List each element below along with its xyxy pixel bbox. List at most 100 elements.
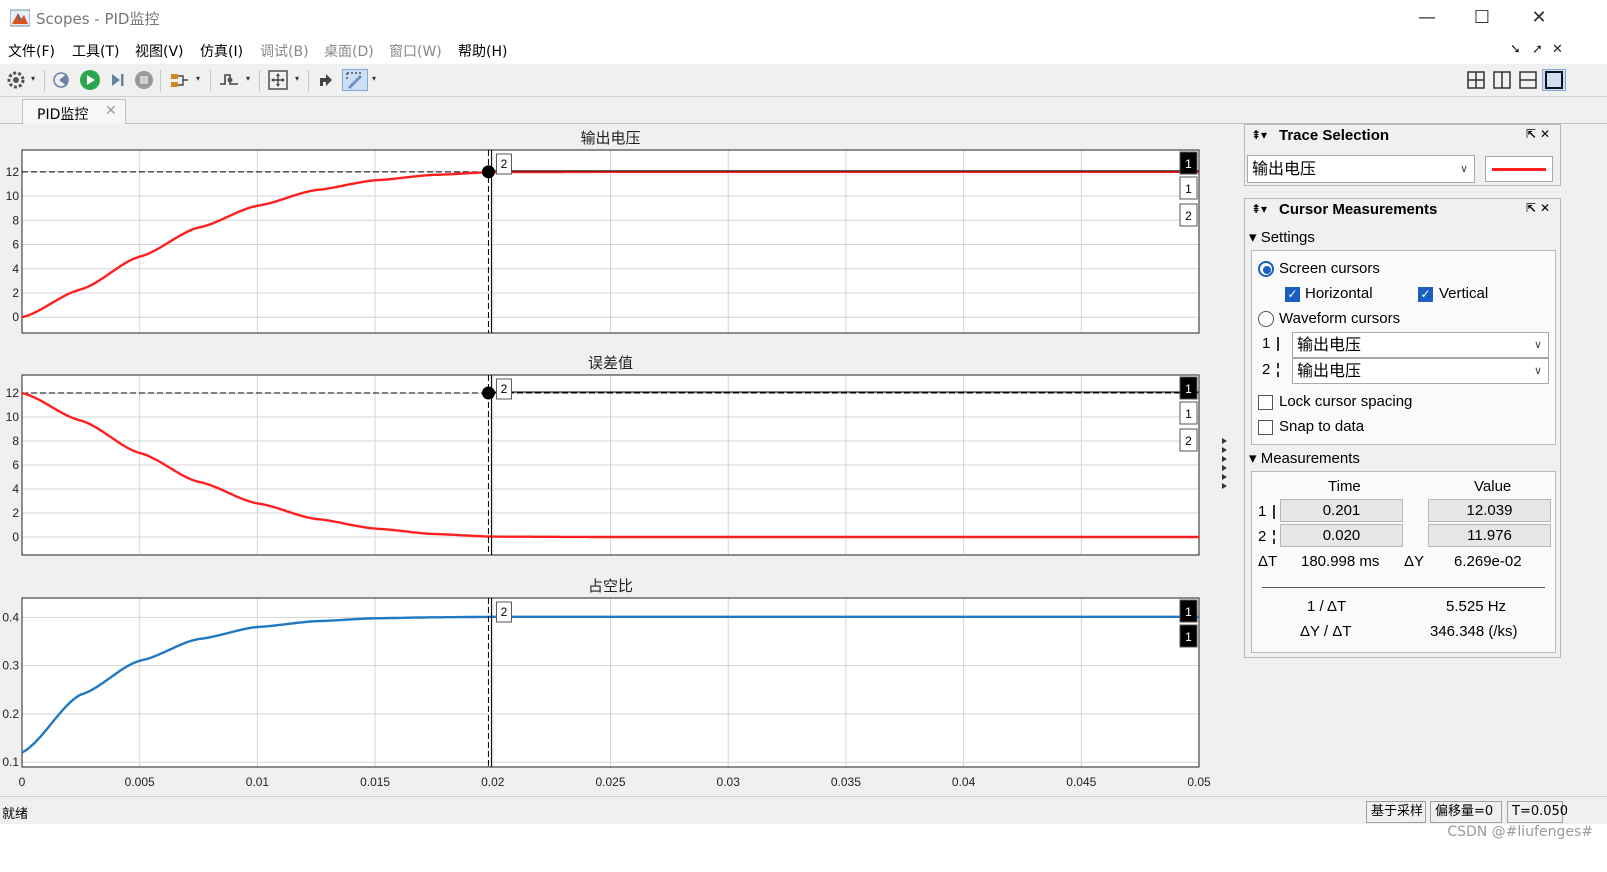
horizontal-label: Horizontal <box>1305 285 1373 302</box>
trace-selection-title: Trace Selection <box>1279 127 1390 144</box>
layout-single-icon[interactable] <box>1542 69 1566 91</box>
panel-splitter-icon <box>1222 483 1227 489</box>
waveform-cursors-radio[interactable] <box>1258 311 1274 327</box>
waveform-cursor-2-select[interactable]: 输出电压 ∨ <box>1292 358 1549 384</box>
layout-grid-icon[interactable] <box>1465 69 1487 91</box>
lock-cursor-spacing-checkbox[interactable] <box>1258 395 1273 410</box>
trigger-dropdown-icon[interactable]: ▾ <box>246 74 254 84</box>
maximize-button[interactable]: ☐ <box>1459 4 1505 32</box>
pin-icon[interactable]: ⇞▾ <box>1251 202 1267 216</box>
waveform-cursor-1-value: 输出电压 <box>1297 335 1362 354</box>
zoom-dropdown-icon[interactable]: ▾ <box>295 74 303 84</box>
cursor-label: 2 <box>501 605 508 619</box>
undock-arrow-icon[interactable]: ➘ <box>1510 42 1521 57</box>
x-tick-label: 0.03 <box>717 775 741 789</box>
trace-selection-panel: ⇞▾ Trace Selection ⇱✕ 输出电压 ∨ <box>1244 124 1561 186</box>
settings-dropdown-icon[interactable]: ▾ <box>31 74 39 84</box>
menu-help[interactable]: 帮助(H) <box>458 41 507 61</box>
y-tick-label: 0 <box>12 310 19 324</box>
menu-simulation[interactable]: 仿真(I) <box>200 41 243 61</box>
solid-cursor-icon <box>1277 337 1279 351</box>
minimize-button[interactable]: — <box>1404 4 1450 32</box>
solid-cursor-icon <box>1273 505 1275 519</box>
delta-t-label: ΔT <box>1258 553 1278 570</box>
settings-box: Screen cursors ✓ Horizontal ✓ Vertical W… <box>1251 250 1556 445</box>
panel-buttons[interactable]: ⇱✕ <box>1526 201 1554 215</box>
stop-icon[interactable] <box>133 69 155 91</box>
watermark: CSDN @#liufenges# <box>1447 824 1593 840</box>
x-tick-label: 0.005 <box>125 775 155 789</box>
measurement-row-2-index: 2 <box>1258 528 1267 545</box>
vertical-checkbox[interactable]: ✓ <box>1418 287 1433 302</box>
cursor-marker-label: 1 <box>1185 157 1192 171</box>
settings-gear-icon[interactable] <box>5 69 27 91</box>
status-time: T=0.050 <box>1507 801 1568 823</box>
menu-close-icon[interactable]: ✕ <box>1552 42 1563 57</box>
cursor-measurement-icon[interactable] <box>342 69 368 91</box>
value-column-header: Value <box>1474 478 1512 495</box>
tab-pid-monitor[interactable]: PID监控 ✕ <box>22 99 126 125</box>
highlight-block-icon[interactable] <box>315 69 337 91</box>
panel-buttons[interactable]: ⇱✕ <box>1526 127 1554 141</box>
screen-cursors-label: Screen cursors <box>1279 260 1380 277</box>
cursor-measurements-panel: ⇞▾ Cursor Measurements ⇱✕ ▾ Settings Scr… <box>1244 198 1561 658</box>
trigger-icon[interactable] <box>218 69 240 91</box>
trace-color-line <box>1492 168 1546 171</box>
toolbar-separator <box>44 70 45 92</box>
waveform-cursor-1-select[interactable]: 输出电压 ∨ <box>1292 332 1549 358</box>
trace-selection-header: ⇞▾ Trace Selection ⇱✕ <box>1245 125 1560 149</box>
tab-close-icon[interactable]: ✕ <box>105 103 117 119</box>
step-back-icon[interactable] <box>52 69 74 91</box>
cursor-1-value: 12.039 <box>1428 499 1551 522</box>
step-forward-icon[interactable] <box>106 69 128 91</box>
delta-y-label: ΔY <box>1404 553 1425 570</box>
menu-bar: 文件(F) 工具(T) 视图(V) 仿真(I) 调试(B) 桌面(D) 窗口(W… <box>0 36 1607 64</box>
trace-line-style-swatch[interactable] <box>1485 156 1553 182</box>
cursor-measurements-header: ⇞▾ Cursor Measurements ⇱✕ <box>1245 199 1560 223</box>
vertical-label: Vertical <box>1439 285 1489 302</box>
pin-icon[interactable]: ⇞▾ <box>1251 128 1267 142</box>
snap-to-data-checkbox[interactable] <box>1258 420 1273 435</box>
horizontal-checkbox[interactable]: ✓ <box>1285 287 1300 302</box>
measurement-dropdown-icon[interactable]: ▾ <box>372 74 380 84</box>
scope-axes-3: 占空比 0.4 0.3 0.2 0.1 2 1 1 <box>2 578 1200 769</box>
time-column-header: Time <box>1328 478 1361 495</box>
menu-file[interactable]: 文件(F) <box>8 41 55 61</box>
signal-dropdown-icon[interactable]: ▾ <box>196 74 204 84</box>
x-tick-label: 0.015 <box>360 775 390 789</box>
x-tick-label: 0.04 <box>952 775 976 789</box>
x-tick-label: 0.045 <box>1066 775 1096 789</box>
menu-window[interactable]: 窗口(W) <box>389 41 442 61</box>
close-button[interactable]: ✕ <box>1516 4 1562 32</box>
measurements-section-toggle[interactable]: ▾ Measurements <box>1249 449 1360 467</box>
lock-cursor-spacing-label: Lock cursor spacing <box>1279 393 1413 410</box>
y-tick-label: 12 <box>6 165 20 179</box>
menu-view[interactable]: 视图(V) <box>135 41 184 61</box>
run-icon[interactable] <box>79 69 101 91</box>
settings-section-toggle[interactable]: ▾ Settings <box>1249 228 1315 246</box>
scope-axes-1: 输出电压1210864202 112 <box>6 130 1200 334</box>
dock-arrow-icon[interactable]: ➚ <box>1532 42 1543 57</box>
y-tick-label: 10 <box>6 410 20 424</box>
toolbar-separator <box>210 70 211 92</box>
menu-debug[interactable]: 调试(B) <box>260 41 309 61</box>
snap-to-data-label: Snap to data <box>1279 418 1365 435</box>
cursor-marker-label: 1 <box>1185 407 1192 421</box>
menu-desktop[interactable]: 桌面(D) <box>324 41 374 61</box>
cursor-1-time: 0.201 <box>1280 499 1403 522</box>
waveform-cursor-2-value: 输出电压 <box>1297 361 1362 380</box>
y-tick-label: 12 <box>6 386 20 400</box>
screen-cursors-radio[interactable] <box>1258 261 1274 277</box>
cursor-2-value: 11.976 <box>1428 524 1551 547</box>
zoom-fit-icon[interactable] <box>267 69 289 91</box>
cursor-2-time: 0.020 <box>1280 524 1403 547</box>
layout-rows-icon[interactable] <box>1517 69 1539 91</box>
menu-tools[interactable]: 工具(T) <box>72 41 119 61</box>
cursor-marker-label: 2 <box>1185 209 1192 223</box>
x-tick-label: 0 <box>19 775 26 789</box>
signal-selector-icon[interactable] <box>168 69 190 91</box>
layout-columns-icon[interactable] <box>1491 69 1513 91</box>
trace-select[interactable]: 输出电压 ∨ <box>1247 155 1475 183</box>
x-tick-label: 0.01 <box>246 775 270 789</box>
scope-plots-svg[interactable]: 输出电压1210864202 112误差值1210864202 112占空比0.40… <box>0 124 1236 796</box>
